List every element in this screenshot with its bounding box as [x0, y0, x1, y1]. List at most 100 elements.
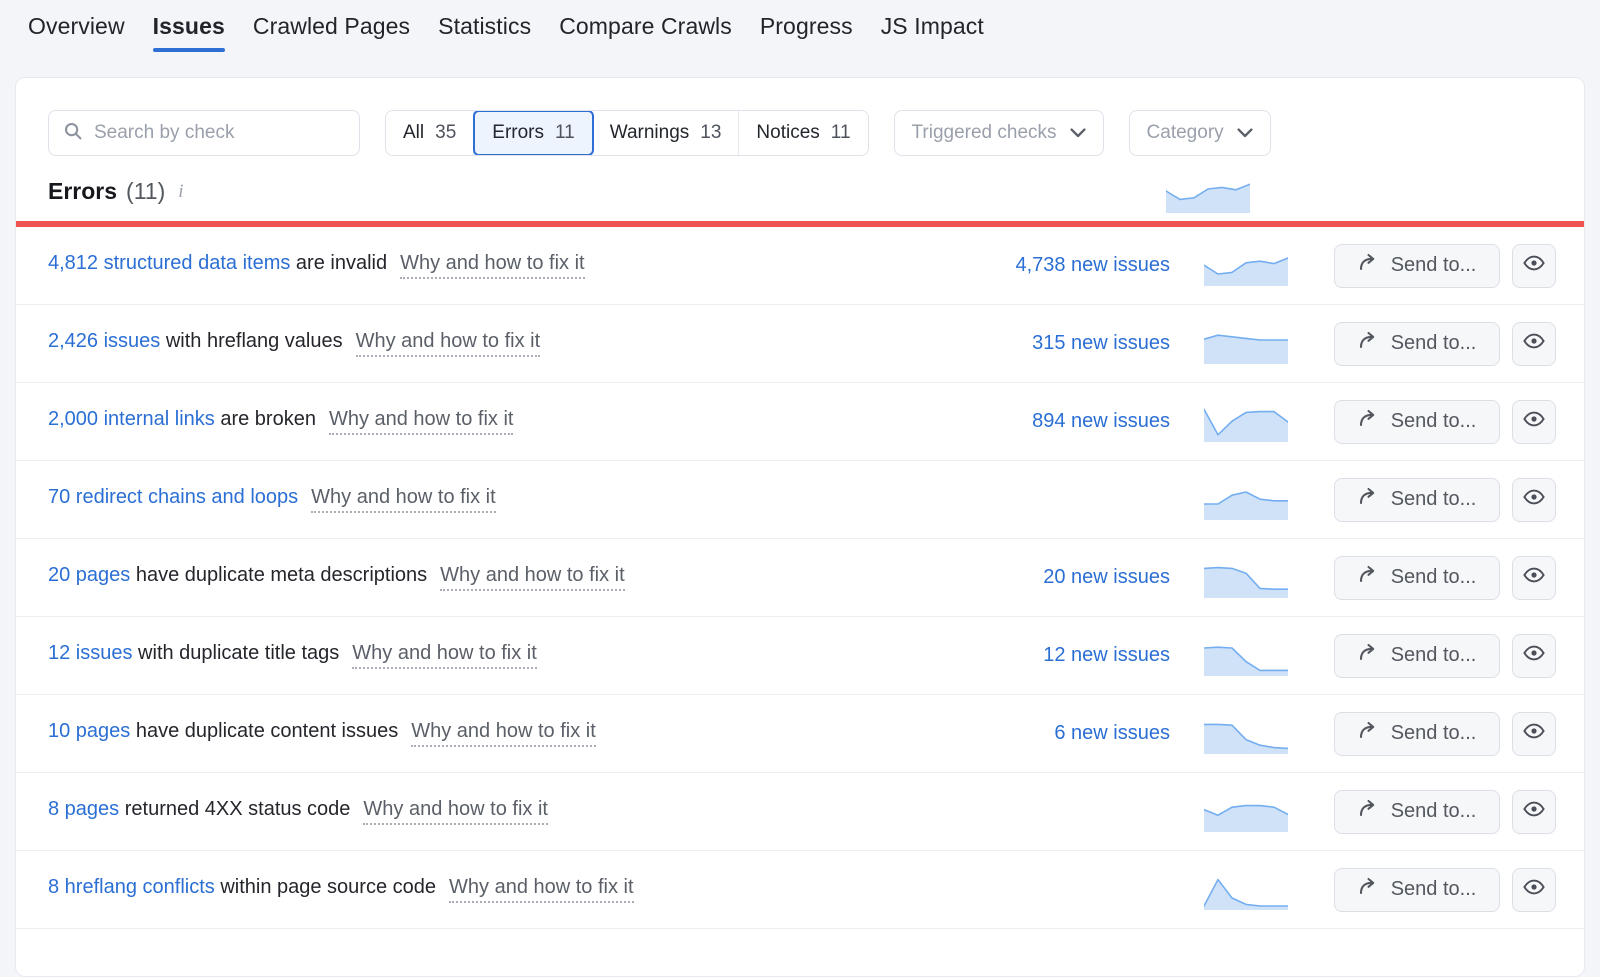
share-arrow-icon — [1358, 252, 1379, 279]
issue-row: 10 pages have duplicate content issuesWh… — [16, 695, 1584, 773]
info-icon[interactable]: i — [178, 181, 183, 203]
share-arrow-icon — [1358, 330, 1379, 357]
issue-count-link[interactable]: 70 redirect chains and loops — [48, 486, 298, 508]
issue-row: 20 pages have duplicate meta description… — [16, 539, 1584, 617]
issues-list: 4,812 structured data items are invalid W… — [16, 227, 1584, 929]
hide-issue-button[interactable] — [1512, 868, 1556, 912]
issue-description: are invalid — [290, 252, 387, 274]
category-dropdown[interactable]: Category — [1129, 110, 1271, 156]
row-actions: Send to... — [1334, 634, 1556, 678]
search-input[interactable] — [94, 122, 345, 144]
new-issues-link[interactable]: 12 new issues — [940, 644, 1170, 667]
why-and-how-to-fix-link[interactable]: Why and how to fix it — [400, 252, 585, 279]
why-and-how-to-fix-link[interactable]: Why and how to fix it — [363, 798, 548, 825]
eye-icon — [1523, 723, 1545, 744]
tab-compare-crawls[interactable]: Compare Crawls — [545, 0, 746, 52]
issue-count-link[interactable]: 10 pages — [48, 720, 130, 742]
tab-crawled-pages[interactable]: Crawled Pages — [239, 0, 424, 52]
send-to-button[interactable]: Send to... — [1334, 790, 1500, 834]
hide-issue-button[interactable] — [1512, 556, 1556, 600]
hide-issue-button[interactable] — [1512, 790, 1556, 834]
hide-issue-button[interactable] — [1512, 322, 1556, 366]
new-issues-link[interactable]: 20 new issues — [940, 566, 1170, 589]
tab-progress[interactable]: Progress — [746, 0, 867, 52]
issue-count-link[interactable]: 8 pages — [48, 798, 119, 820]
eye-icon — [1523, 489, 1545, 510]
why-and-how-to-fix-link[interactable]: Why and how to fix it — [449, 876, 634, 903]
send-to-label: Send to... — [1391, 332, 1477, 355]
issue-count-link[interactable]: 8 hreflang conflicts — [48, 876, 215, 898]
send-to-button[interactable]: Send to... — [1334, 712, 1500, 756]
hide-issue-button[interactable] — [1512, 634, 1556, 678]
send-to-button[interactable]: Send to... — [1334, 400, 1500, 444]
row-actions: Send to... — [1334, 478, 1556, 522]
issue-trend-sparkline — [1204, 636, 1288, 676]
triggered-checks-dropdown[interactable]: Triggered checks — [894, 110, 1104, 156]
issue-title: 12 issues with duplicate title tags — [48, 642, 339, 665]
why-and-how-to-fix-link[interactable]: Why and how to fix it — [329, 408, 514, 435]
filter-count: 13 — [700, 122, 721, 144]
new-issues-link[interactable]: 894 new issues — [940, 410, 1170, 433]
send-to-button[interactable]: Send to... — [1334, 634, 1500, 678]
why-and-how-to-fix-link[interactable]: Why and how to fix it — [356, 330, 541, 357]
issue-trend-sparkline — [1204, 480, 1288, 520]
issue-row: 4,812 structured data items are invalid W… — [16, 227, 1584, 305]
send-to-label: Send to... — [1391, 800, 1477, 823]
filter-warnings[interactable]: Warnings 13 — [593, 111, 740, 155]
eye-icon — [1523, 879, 1545, 900]
triggered-checks-label: Triggered checks — [912, 122, 1057, 144]
issue-count-link[interactable]: 4,812 structured data items — [48, 252, 290, 274]
search-icon — [63, 121, 83, 146]
filter-count: 35 — [435, 122, 456, 144]
issue-count-link[interactable]: 20 pages — [48, 564, 130, 586]
tab-issues[interactable]: Issues — [139, 0, 239, 52]
why-and-how-to-fix-link[interactable]: Why and how to fix it — [440, 564, 625, 591]
filter-label: Errors — [492, 122, 544, 144]
send-to-button[interactable]: Send to... — [1334, 322, 1500, 366]
row-actions: Send to... — [1334, 790, 1556, 834]
filter-errors[interactable]: Errors11 — [473, 110, 593, 156]
issue-count-link[interactable]: 12 issues — [48, 642, 133, 664]
share-arrow-icon — [1358, 408, 1379, 435]
send-to-button[interactable]: Send to... — [1334, 478, 1500, 522]
issue-count-link[interactable]: 2,000 internal links — [48, 408, 215, 430]
tab-statistics[interactable]: Statistics — [424, 0, 545, 52]
send-to-button[interactable]: Send to... — [1334, 868, 1500, 912]
send-to-button[interactable]: Send to... — [1334, 556, 1500, 600]
hide-issue-button[interactable] — [1512, 244, 1556, 288]
issue-text-block: 10 pages have duplicate content issuesWh… — [48, 720, 940, 747]
filter-all[interactable]: All35 — [386, 111, 474, 155]
issue-description: with duplicate title tags — [133, 642, 340, 664]
new-issues-link[interactable]: 315 new issues — [940, 332, 1170, 355]
issue-title: 2,426 issues with hreflang values — [48, 330, 343, 353]
errors-count: (11) — [126, 178, 165, 205]
issue-description: have duplicate meta descriptions — [130, 564, 427, 586]
tab-label: Crawled Pages — [253, 13, 410, 40]
hide-issue-button[interactable] — [1512, 712, 1556, 756]
issue-description: are broken — [215, 408, 316, 430]
tab-overview[interactable]: Overview — [14, 0, 139, 52]
new-issues-link[interactable]: 6 new issues — [940, 722, 1170, 745]
why-and-how-to-fix-link[interactable]: Why and how to fix it — [311, 486, 496, 513]
hide-issue-button[interactable] — [1512, 400, 1556, 444]
send-to-label: Send to... — [1391, 488, 1477, 511]
tab-js-impact[interactable]: JS Impact — [867, 0, 998, 52]
filter-notices[interactable]: Notices11 — [739, 111, 867, 155]
row-actions: Send to... — [1334, 400, 1556, 444]
issue-description: within page source code — [215, 876, 436, 898]
filter-label: Notices — [756, 122, 819, 144]
tab-label: Progress — [760, 13, 853, 40]
send-to-button[interactable]: Send to... — [1334, 244, 1500, 288]
search-input-wrapper[interactable] — [48, 110, 360, 156]
send-to-label: Send to... — [1391, 644, 1477, 667]
issue-count-link[interactable]: 2,426 issues — [48, 330, 160, 352]
new-issues-link[interactable]: 4,738 new issues — [940, 254, 1170, 277]
filter-label: Warnings — [610, 122, 690, 144]
hide-issue-button[interactable] — [1512, 478, 1556, 522]
why-and-how-to-fix-link[interactable]: Why and how to fix it — [411, 720, 596, 747]
issue-trend-sparkline — [1204, 324, 1288, 364]
why-and-how-to-fix-link[interactable]: Why and how to fix it — [352, 642, 537, 669]
send-to-label: Send to... — [1391, 566, 1477, 589]
chevron-down-icon — [1237, 122, 1253, 144]
issue-title: 20 pages have duplicate meta description… — [48, 564, 427, 587]
